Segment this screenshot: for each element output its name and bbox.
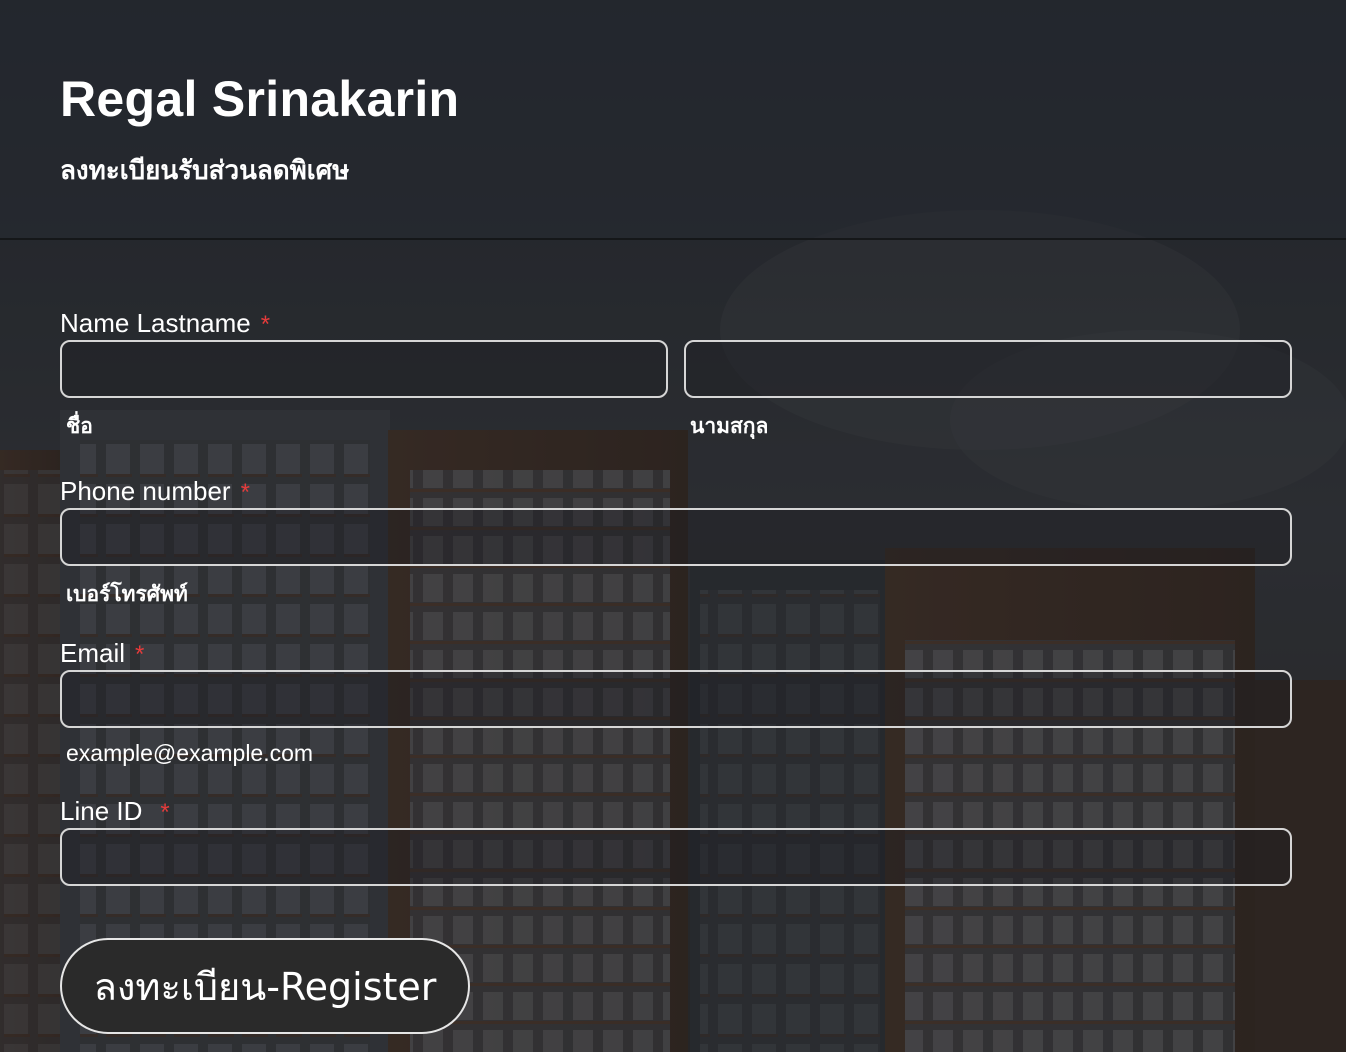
name-field-label: Name Lastname *	[60, 308, 270, 339]
required-asterisk: *	[160, 799, 170, 826]
phone-field-label: Phone number *	[60, 476, 250, 507]
line-id-input[interactable]	[60, 828, 1292, 886]
phone-label-text: Phone number	[60, 476, 231, 506]
required-asterisk: *	[240, 479, 250, 506]
line-id-label-text: Line ID	[60, 796, 143, 826]
first-name-sublabel: ชื่อ	[66, 414, 93, 438]
first-name-input[interactable]	[60, 340, 668, 398]
form-header: Regal Srinakarin ลงทะเบียนรับส่วนลดพิเศษ	[0, 0, 1346, 240]
page-subtitle: ลงทะเบียนรับส่วนลดพิเศษ	[60, 156, 350, 186]
email-field-label: Email *	[60, 638, 144, 669]
last-name-sublabel: นามสกุล	[690, 414, 769, 438]
register-button[interactable]: ลงทะเบียน-Register	[60, 938, 470, 1034]
email-label-text: Email	[60, 638, 126, 668]
line-id-field-label: Line ID *	[60, 796, 170, 827]
email-input[interactable]	[60, 670, 1292, 728]
page-title: Regal Srinakarin	[60, 71, 460, 127]
name-label-text: Name Lastname	[60, 308, 251, 338]
email-sublabel: example@example.com	[66, 740, 314, 766]
phone-sublabel: เบอร์โทรศัพท์	[66, 582, 188, 606]
last-name-input[interactable]	[684, 340, 1292, 398]
required-asterisk: *	[260, 311, 271, 338]
registration-page: Regal Srinakarin ลงทะเบียนรับส่วนลดพิเศษ…	[0, 0, 1346, 1052]
required-asterisk: *	[135, 641, 145, 668]
phone-input[interactable]	[60, 508, 1292, 566]
